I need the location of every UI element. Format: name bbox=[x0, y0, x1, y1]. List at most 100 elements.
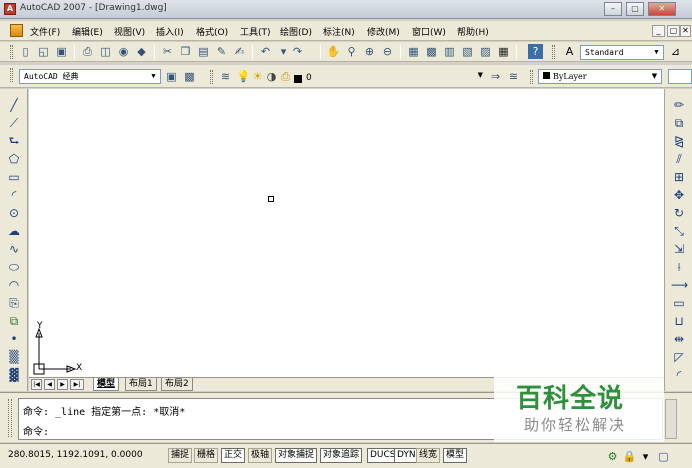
point-icon[interactable]: • bbox=[6, 331, 22, 347]
menu-help[interactable]: 帮助(H) bbox=[457, 25, 489, 38]
revision-cloud-icon[interactable]: ☁ bbox=[6, 223, 22, 239]
save-icon[interactable]: ▣ bbox=[54, 44, 69, 59]
doc-restore-button[interactable]: ▢ bbox=[667, 25, 680, 37]
otrack-toggle[interactable]: 对象追踪 bbox=[320, 448, 363, 463]
markup-icon[interactable]: ▨ bbox=[478, 44, 493, 59]
print-icon[interactable]: ⎙ bbox=[80, 44, 95, 59]
arc-icon[interactable]: ◜ bbox=[6, 187, 22, 203]
text-style-icon[interactable]: A bbox=[562, 44, 577, 59]
layer-previous-icon[interactable]: ≊ bbox=[506, 69, 521, 84]
workspace-settings-icon[interactable]: ▣ bbox=[164, 69, 179, 84]
paste-icon[interactable]: ▤ bbox=[196, 44, 211, 59]
grid-toggle[interactable]: 栅格 bbox=[194, 448, 219, 463]
make-block-icon[interactable]: ⧉ bbox=[6, 313, 22, 329]
tab-layout1[interactable]: 布局1 bbox=[125, 378, 157, 391]
menu-window[interactable]: 窗口(W) bbox=[412, 25, 446, 38]
linetype-dropdown[interactable] bbox=[668, 69, 692, 84]
coordinate-readout[interactable]: 280.8015, 1192.1091, 0.0000 bbox=[8, 450, 143, 460]
mirror-icon[interactable]: ⧎ bbox=[671, 133, 687, 149]
communication-center-icon[interactable]: ⚙ bbox=[605, 449, 620, 464]
layer-plot-icon[interactable]: ⎙ bbox=[278, 69, 293, 84]
hatch-icon[interactable]: ▒ bbox=[6, 349, 22, 365]
text-style-dropdown[interactable]: Standard ▼ bbox=[580, 45, 664, 60]
zoom-realtime-icon[interactable]: ⚲ bbox=[344, 44, 359, 59]
stretch-icon[interactable]: ⇲ bbox=[671, 241, 687, 257]
toolbar-grip[interactable] bbox=[530, 70, 533, 84]
make-object-layer-current-icon[interactable]: ⇒ bbox=[488, 69, 503, 84]
erase-icon[interactable]: ✏ bbox=[671, 97, 687, 113]
chevron-down-icon[interactable]: ▾ bbox=[276, 44, 291, 59]
polar-toggle[interactable]: 极轴 bbox=[248, 448, 273, 463]
move-icon[interactable]: ✥ bbox=[671, 187, 687, 203]
zoom-previous-icon[interactable]: ⊖ bbox=[380, 44, 395, 59]
prev-tab-button[interactable]: ◀ bbox=[44, 379, 55, 390]
calculator-icon[interactable]: ▦ bbox=[496, 44, 511, 59]
construction-line-icon[interactable]: ⟋ bbox=[6, 115, 22, 131]
menu-tools[interactable]: 工具(T) bbox=[240, 25, 271, 38]
scale-icon[interactable]: ⤡ bbox=[671, 223, 687, 239]
dim-style-icon[interactable]: ⊿ bbox=[668, 44, 683, 59]
sheet-set-icon[interactable]: ▧ bbox=[460, 44, 475, 59]
menu-format[interactable]: 格式(O) bbox=[196, 25, 228, 38]
rotate-icon[interactable]: ↻ bbox=[671, 205, 687, 221]
ellipse-icon[interactable]: ⬭ bbox=[6, 259, 22, 275]
ellipse-arc-icon[interactable]: ◠ bbox=[6, 277, 22, 293]
first-tab-button[interactable]: |◀ bbox=[31, 379, 42, 390]
polyline-icon[interactable]: ⮑ bbox=[6, 133, 22, 149]
open-icon[interactable]: ◱ bbox=[36, 44, 51, 59]
doc-minimize-button[interactable]: _ bbox=[652, 25, 665, 37]
toolbar-grip[interactable] bbox=[210, 70, 213, 84]
tab-layout2[interactable]: 布局2 bbox=[161, 378, 193, 391]
layer-dropdown[interactable]: ▼ bbox=[292, 69, 486, 84]
layer-lock-icon[interactable]: ◑ bbox=[264, 69, 279, 84]
menu-insert[interactable]: 插入(I) bbox=[156, 25, 184, 38]
circle-icon[interactable]: ⊙ bbox=[6, 205, 22, 221]
maximize-button[interactable]: ▢ bbox=[626, 2, 644, 16]
layer-manager-icon[interactable]: ≋ bbox=[218, 69, 233, 84]
lineweight-toggle[interactable]: 线宽 bbox=[416, 448, 441, 463]
extend-icon[interactable]: ⟶ bbox=[671, 277, 688, 293]
help-icon[interactable]: ? bbox=[528, 44, 543, 59]
toolbar-grip[interactable] bbox=[10, 68, 13, 82]
redo-icon[interactable]: ↷ bbox=[290, 44, 305, 59]
3d-dwf-icon[interactable]: ◆ bbox=[134, 44, 149, 59]
model-toggle[interactable]: 模型 bbox=[443, 448, 468, 463]
cut-icon[interactable]: ✂ bbox=[160, 44, 175, 59]
zoom-window-icon[interactable]: ⊕ bbox=[362, 44, 377, 59]
layer-on-icon[interactable]: 💡 bbox=[236, 69, 251, 84]
rectangle-icon[interactable]: ▭ bbox=[6, 169, 22, 185]
spline-icon[interactable]: ∿ bbox=[6, 241, 22, 257]
close-button[interactable]: ✕ bbox=[648, 2, 676, 16]
snap-toggle[interactable]: 捕捉 bbox=[168, 448, 193, 463]
menu-view[interactable]: 视图(V) bbox=[114, 25, 145, 38]
workspace-dropdown[interactable]: AutoCAD 经典 ▼ bbox=[19, 69, 161, 84]
gradient-icon[interactable]: ▓ bbox=[6, 367, 22, 383]
match-properties-icon[interactable]: ✎ bbox=[214, 44, 229, 59]
doc-close-button[interactable]: ✕ bbox=[680, 25, 691, 37]
menu-file[interactable]: 文件(F) bbox=[30, 25, 60, 38]
menu-draw[interactable]: 绘图(D) bbox=[280, 25, 312, 38]
chevron-down-icon[interactable]: ▾ bbox=[638, 449, 653, 464]
command-scrollbar[interactable] bbox=[665, 399, 677, 439]
layer-freeze-icon[interactable]: ☀ bbox=[250, 69, 265, 84]
new-icon[interactable]: ▯ bbox=[18, 44, 33, 59]
menu-dimension[interactable]: 标注(N) bbox=[323, 25, 355, 38]
drawing-canvas[interactable]: Y X bbox=[29, 89, 664, 377]
dyn-toggle[interactable]: DYN bbox=[394, 448, 419, 463]
undo-icon[interactable]: ↶ bbox=[258, 44, 273, 59]
osnap-toggle[interactable]: 对象捕捉 bbox=[275, 448, 318, 463]
design-center-icon[interactable]: ▩ bbox=[424, 44, 439, 59]
lock-icon[interactable]: 🔒 bbox=[622, 449, 637, 464]
properties-icon[interactable]: ▦ bbox=[406, 44, 421, 59]
my-workspace-icon[interactable]: ▩ bbox=[182, 69, 197, 84]
block-editor-icon[interactable]: ✍ bbox=[232, 44, 247, 59]
menu-edit[interactable]: 编辑(E) bbox=[72, 25, 103, 38]
command-window-grip[interactable] bbox=[8, 399, 12, 437]
publish-icon[interactable]: ◉ bbox=[116, 44, 131, 59]
break-icon[interactable]: ⊔ bbox=[671, 313, 687, 329]
offset-icon[interactable]: ⫽ bbox=[671, 151, 687, 167]
insert-block-icon[interactable]: ⎘ bbox=[6, 295, 22, 311]
ortho-toggle[interactable]: 正交 bbox=[221, 448, 246, 463]
line-icon[interactable]: ╱ bbox=[6, 97, 22, 113]
trim-icon[interactable]: ⟊ bbox=[671, 259, 687, 275]
